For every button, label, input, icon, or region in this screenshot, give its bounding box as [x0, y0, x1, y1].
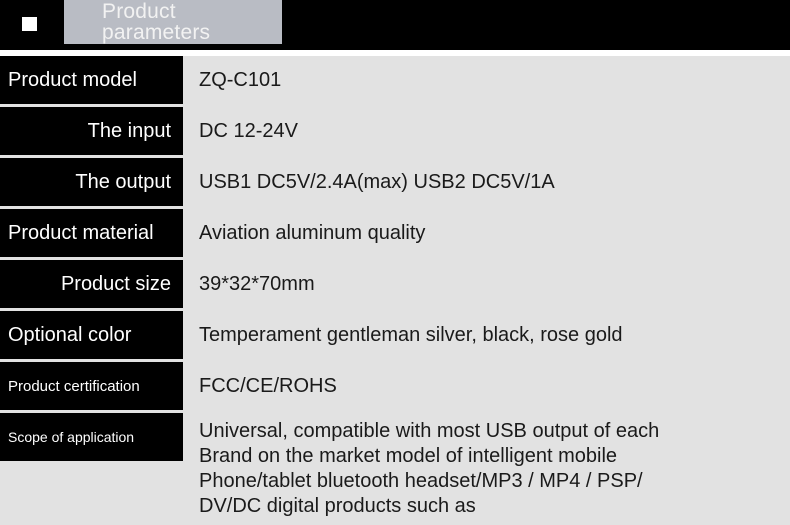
spec-value-the-input: DC 12-24V — [199, 120, 298, 142]
spec-label-optional-color: Optional color — [0, 311, 183, 359]
spec-label-scope-of-application: Scope of application — [0, 413, 183, 461]
table-row: Optional color Temperament gentleman sil… — [0, 311, 790, 359]
spec-label-product-size: Product size — [0, 260, 183, 308]
table-row: The output USB1 DC5V/2.4A(max) USB2 DC5V… — [0, 158, 790, 206]
spec-value-line: Brand on the market model of intelligent… — [199, 445, 618, 467]
spec-value-product-material: Aviation aluminum quality — [199, 222, 426, 244]
spec-value-line: DV/DC digital products such as — [199, 495, 476, 517]
spec-value-line: Phone/tablet bluetooth headset/MP3 / MP4… — [199, 470, 643, 492]
spec-value-line: Universal, compatible with most USB outp… — [199, 420, 660, 442]
spec-value-product-certification: FCC/CE/ROHS — [199, 375, 337, 397]
header-title-chip: Product parameters — [64, 0, 282, 44]
spec-label-product-material: Product material — [0, 209, 183, 257]
table-row: Product material Aviation aluminum quali… — [0, 209, 790, 257]
spec-value-product-size: 39*32*70mm — [199, 273, 315, 295]
spec-value-optional-color: Temperament gentleman silver, black, ros… — [199, 324, 623, 346]
table-row: Product certification FCC/CE/ROHS — [0, 362, 790, 410]
spec-value-scope-of-application: Universal, compatible with most USB outp… — [199, 413, 790, 525]
header-band: Product parameters — [0, 0, 790, 50]
table-row: Scope of application Universal, compatib… — [0, 413, 790, 523]
table-row: Product size 39*32*70mm — [0, 260, 790, 308]
table-row: Product model ZQ-C101 — [0, 56, 790, 104]
spec-table: Product model ZQ-C101 The input DC 12-24… — [0, 56, 790, 525]
table-row: The input DC 12-24V — [0, 107, 790, 155]
product-parameters-page: Product parameters Product model ZQ-C101… — [0, 0, 790, 525]
spec-label-product-certification: Product certification — [0, 362, 183, 410]
filled-square-icon — [22, 17, 37, 31]
spec-label-the-output: The output — [0, 158, 183, 206]
spec-label-the-input: The input — [0, 107, 183, 155]
spec-label-product-model: Product model — [0, 56, 183, 104]
page-title: Product parameters — [102, 0, 211, 44]
spec-value-the-output: USB1 DC5V/2.4A(max) USB2 DC5V/1A — [199, 171, 555, 193]
spec-value-product-model: ZQ-C101 — [199, 69, 282, 91]
